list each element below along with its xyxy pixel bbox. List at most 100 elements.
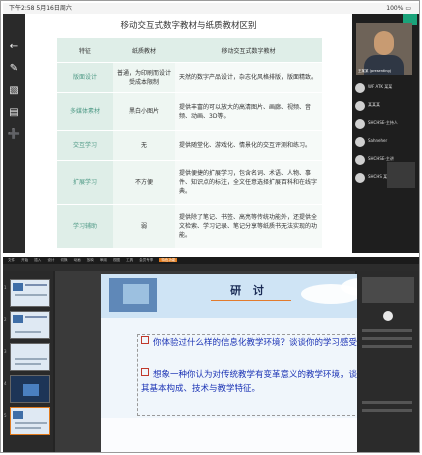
table-row: 扩展学习 不方便 提供便捷的扩展学习，包含名词、术语、人物、事件、知识点的标注，… bbox=[57, 160, 322, 205]
avatar bbox=[355, 101, 365, 111]
paper-cell: 普通，为印刷而设计受成本限制 bbox=[113, 62, 175, 93]
thumb-text bbox=[15, 331, 41, 333]
mobile-cell: 提供随堂化、游戏化、情景化的交互评测和练习。 bbox=[175, 130, 322, 161]
avatar bbox=[355, 119, 365, 129]
presentation-app: 文件 开始 插入 设计 切换 动画 放映 审阅 视图 工具 会员专享 特色功能 … bbox=[3, 257, 419, 452]
avatar bbox=[355, 173, 365, 183]
slide-thumbnail-selected[interactable] bbox=[10, 407, 50, 435]
ribbon bbox=[3, 264, 419, 271]
menu-item[interactable]: 审阅 bbox=[100, 258, 107, 262]
paper-cell: 不方便 bbox=[113, 160, 175, 205]
menu-item[interactable]: 视图 bbox=[113, 258, 120, 262]
meeting-side-panel bbox=[357, 271, 419, 452]
ipad-teaching-app: 下午2:58 5月16日周六 100% ▭ ← ✎ ▧ ▤ ➕ 移动交互式数字教… bbox=[3, 3, 419, 253]
thumb-image bbox=[13, 315, 23, 323]
participant-name: Sahneher bbox=[368, 138, 388, 143]
participant-panel: 王某某 (presenting) WF ATK 某某 某某某 SHCHSE-主持… bbox=[352, 14, 419, 253]
participant-name: SHCHSE-主持人 bbox=[368, 120, 398, 125]
thumb-image bbox=[13, 411, 23, 419]
mobile-cell: 天然的数字产品设计，杂志化风格排版，版面精致。 bbox=[175, 62, 322, 93]
slide-thumbnail[interactable] bbox=[10, 311, 50, 339]
question-1: 你体验过什么样的信息化教学环境？谈谈你的学习感受。 bbox=[141, 336, 367, 350]
back-icon[interactable]: ← bbox=[7, 40, 21, 54]
bullet-icon bbox=[141, 336, 149, 344]
mini-video[interactable] bbox=[387, 162, 415, 188]
menu-item[interactable]: 动画 bbox=[74, 258, 81, 262]
menu-item[interactable]: 开始 bbox=[21, 258, 28, 262]
thumb-number: 4 bbox=[4, 381, 7, 386]
question-2: 想象一种你认为对传统教学有变革意义的教学环境，谈谈其基本构成、技术与教学特征。 bbox=[141, 368, 367, 396]
thumb-text bbox=[15, 358, 47, 360]
current-slide[interactable]: 研 讨 你体验过什么样的信息化教学环境？谈谈你的学习感受。 想象一种你认为对传统… bbox=[101, 274, 397, 452]
avatar bbox=[355, 155, 365, 165]
annotation-toolbar: ← ✎ ▧ ▤ ➕ bbox=[3, 14, 25, 253]
title-underline bbox=[211, 300, 291, 301]
menu-item[interactable]: 放映 bbox=[87, 258, 94, 262]
pen-icon[interactable]: ✎ bbox=[7, 62, 21, 76]
table-row: 学习辅助 弱 提供除了笔记、书签、高亮等传统功能外，还提供全文检索、学习记录、笔… bbox=[57, 204, 322, 249]
slide-title: 研 讨 bbox=[230, 284, 268, 297]
thumb-text bbox=[15, 422, 47, 424]
menu-item[interactable]: 工具 bbox=[126, 258, 133, 262]
list-item[interactable]: WF ATK 某某 bbox=[355, 80, 415, 96]
eraser-icon[interactable]: ▧ bbox=[7, 84, 21, 98]
user-avatar[interactable] bbox=[383, 311, 393, 321]
thumb-number: 3 bbox=[4, 349, 7, 354]
thumb-image bbox=[13, 283, 23, 291]
thumb-number: 5 bbox=[4, 413, 7, 418]
table-row: 交互学习 无 提供随堂化、游戏化、情景化的交互评测和练习。 bbox=[57, 130, 322, 161]
slide-thumbnails: 1 2 3 4 5 bbox=[3, 271, 53, 452]
shared-slide: 移动交互式数字教材与纸质教材区别 特征 纸质教材 移动交互式数字教材 版面设计 … bbox=[25, 14, 352, 253]
feature-cell: 学习辅助 bbox=[57, 204, 113, 249]
list-item[interactable]: Sahneher bbox=[355, 134, 415, 150]
table-header-row: 特征 纸质教材 移动交互式数字教材 bbox=[57, 38, 322, 63]
menu-item[interactable]: 文件 bbox=[8, 258, 15, 262]
menu-item-highlighted[interactable]: 特色功能 bbox=[159, 258, 178, 262]
bullet-icon bbox=[141, 368, 149, 376]
panel-row bbox=[362, 329, 412, 332]
menu-item[interactable]: 会员专享 bbox=[139, 258, 153, 262]
thumb-text bbox=[25, 316, 47, 318]
thumb-number: 2 bbox=[4, 317, 7, 322]
table-header: 移动交互式数字教材 bbox=[175, 38, 322, 63]
presenter-video[interactable]: 王某某 (presenting) bbox=[356, 23, 412, 75]
menu-item[interactable]: 插入 bbox=[34, 258, 41, 262]
comparison-table: 特征 纸质教材 移动交互式数字教材 版面设计 普通，为印刷而设计受成本限制 天然… bbox=[57, 38, 322, 249]
question-text: 想象一种你认为对传统教学有变革意义的教学环境，谈谈其基本构成、技术与教学特征。 bbox=[141, 370, 366, 394]
list-item[interactable]: SHCHSE-主持人 bbox=[355, 116, 415, 132]
slide-thumbnail[interactable] bbox=[10, 343, 50, 371]
status-bar: 下午2:58 5月16日周六 100% ▭ bbox=[3, 3, 419, 14]
feature-cell: 版面设计 bbox=[57, 62, 113, 93]
participant-name: WF ATK 某某 bbox=[368, 84, 393, 89]
thumb-text bbox=[25, 284, 47, 286]
screenshot-frame: 下午2:58 5月16日周六 100% ▭ ← ✎ ▧ ▤ ➕ 移动交互式数字教… bbox=[0, 0, 420, 453]
thumb-text bbox=[15, 427, 41, 429]
sky-footer bbox=[101, 418, 397, 452]
question-text: 你体验过什么样的信息化教学环境？谈谈你的学习感受。 bbox=[153, 338, 366, 348]
comment-icon[interactable]: ▤ bbox=[7, 106, 21, 120]
mobile-cell: 提供丰富的可以放大的高清图片、画廊、视频、音频、动画、3D等。 bbox=[175, 92, 322, 131]
status-time: 下午2:58 5月16日周六 bbox=[9, 5, 72, 12]
thumb-number: 1 bbox=[4, 285, 7, 290]
camera-preview[interactable] bbox=[362, 277, 414, 303]
panel-row bbox=[362, 337, 412, 340]
avatar bbox=[355, 83, 365, 93]
panel-row bbox=[362, 409, 412, 412]
thumb-text bbox=[15, 363, 41, 365]
slide-thumbnail[interactable] bbox=[10, 279, 50, 307]
feature-cell: 扩展学习 bbox=[57, 160, 113, 205]
menu-item[interactable]: 切换 bbox=[61, 258, 68, 262]
table-header: 纸质教材 bbox=[113, 38, 175, 63]
table-row: 多媒体素材 黑白小图片 提供丰富的可以放大的高清图片、画廊、视频、音频、动画、3… bbox=[57, 92, 322, 131]
slide-title: 移动交互式数字教材与纸质教材区别 bbox=[120, 21, 257, 31]
menu-item[interactable]: 设计 bbox=[47, 258, 54, 262]
feature-cell: 多媒体素材 bbox=[57, 92, 113, 131]
battery-indicator: 100% ▭ bbox=[386, 5, 411, 12]
slide-thumbnail[interactable] bbox=[10, 375, 50, 403]
paper-cell: 无 bbox=[113, 130, 175, 161]
list-item[interactable]: 某某某 bbox=[355, 98, 415, 114]
menu-bar: 文件 开始 插入 设计 切换 动画 放映 审阅 视图 工具 会员专享 特色功能 bbox=[3, 257, 419, 264]
add-icon[interactable]: ➕ bbox=[7, 128, 21, 142]
paper-cell: 弱 bbox=[113, 204, 175, 249]
paper-cell: 黑白小图片 bbox=[113, 92, 175, 131]
